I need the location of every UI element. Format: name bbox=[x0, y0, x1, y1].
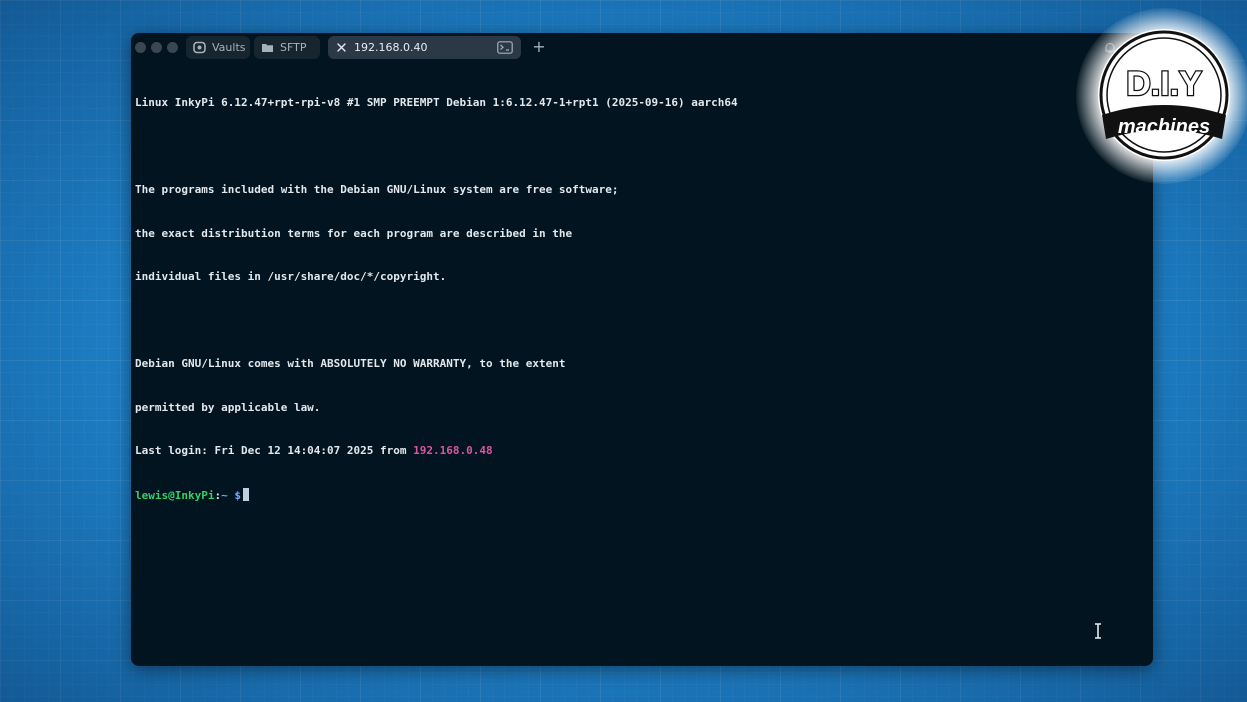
tab-sftp[interactable]: SFTP bbox=[254, 36, 320, 59]
terminal-line: individual files in /usr/share/doc/*/cop… bbox=[135, 270, 447, 283]
terminal-window[interactable]: Vaults SFTP 192.168.0.40 + Linux InkyPi … bbox=[131, 33, 1153, 666]
ibeam-cursor-icon bbox=[1095, 623, 1101, 639]
close-window-button[interactable] bbox=[135, 42, 146, 53]
add-tab-button[interactable]: + bbox=[531, 37, 547, 57]
desktop-background: { "tabs": [ {"label": "Vaults", "icon": … bbox=[0, 0, 1247, 702]
logo-text-bottom: machines bbox=[1118, 116, 1210, 138]
prompt-line[interactable]: lewis@InkyPi:~ $ bbox=[135, 487, 1145, 503]
terminal-icon[interactable] bbox=[497, 41, 513, 54]
minimize-window-button[interactable] bbox=[151, 42, 162, 53]
last-login-line: Last login: Fri Dec 12 14:04:07 2025 fro… bbox=[135, 444, 1145, 459]
prompt-user: lewis@InkyPi bbox=[135, 488, 215, 502]
tab-label: Vaults bbox=[212, 41, 246, 54]
zoom-window-button[interactable] bbox=[167, 42, 178, 53]
terminal-line: Debian GNU/Linux comes with ABSOLUTELY N… bbox=[135, 357, 566, 370]
last-login-text: Last login: Fri Dec 12 14:04:07 2025 fro… bbox=[135, 444, 414, 457]
text-cursor bbox=[242, 487, 249, 501]
close-icon[interactable] bbox=[335, 41, 348, 54]
vault-icon bbox=[193, 41, 206, 54]
title-bar[interactable]: Vaults SFTP 192.168.0.40 + bbox=[131, 33, 1153, 63]
tab-label: 192.168.0.40 bbox=[354, 41, 428, 54]
terminal-line: permitted by applicable law. bbox=[135, 400, 321, 414]
terminal-output[interactable]: Linux InkyPi 6.12.47+rpt-rpi-v8 #1 SMP P… bbox=[135, 67, 1145, 531]
terminal-line: The programs included with the Debian GN… bbox=[135, 183, 619, 196]
tab-label: SFTP bbox=[280, 41, 307, 54]
last-login-ip: 192.168.0.48 bbox=[413, 444, 493, 457]
tab-ssh-session[interactable]: 192.168.0.40 bbox=[328, 36, 521, 59]
terminal-line: the exact distribution terms for each pr… bbox=[135, 226, 573, 240]
logo-text-top: D.I.Y bbox=[1126, 65, 1202, 103]
tab-vaults[interactable]: Vaults bbox=[186, 36, 250, 59]
terminal-line: Linux InkyPi 6.12.47+rpt-rpi-v8 #1 SMP P… bbox=[135, 96, 738, 109]
folder-icon bbox=[262, 44, 273, 52]
prompt-path: ~ $ bbox=[221, 488, 241, 502]
diy-machines-logo-icon: D.I.Y machines bbox=[1098, 29, 1230, 161]
